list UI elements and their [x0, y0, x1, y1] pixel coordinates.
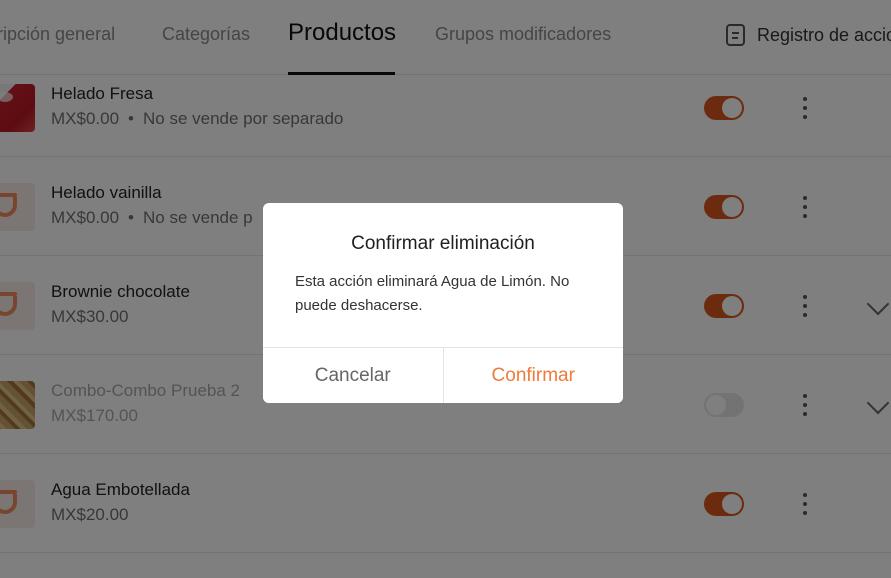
dialog-message: Esta acción eliminará Agua de Limón. No … [295, 273, 570, 314]
cancel-button[interactable]: Cancelar [263, 348, 444, 403]
confirm-delete-dialog: Confirmar eliminación Esta acción elimin… [263, 203, 623, 403]
dialog-footer: Cancelar Confirmar [263, 347, 623, 403]
confirm-button[interactable]: Confirmar [443, 348, 623, 403]
dialog-title: Confirmar eliminación [351, 233, 535, 254]
products-page: tripción general Categorías Productos Gr… [0, 0, 891, 578]
